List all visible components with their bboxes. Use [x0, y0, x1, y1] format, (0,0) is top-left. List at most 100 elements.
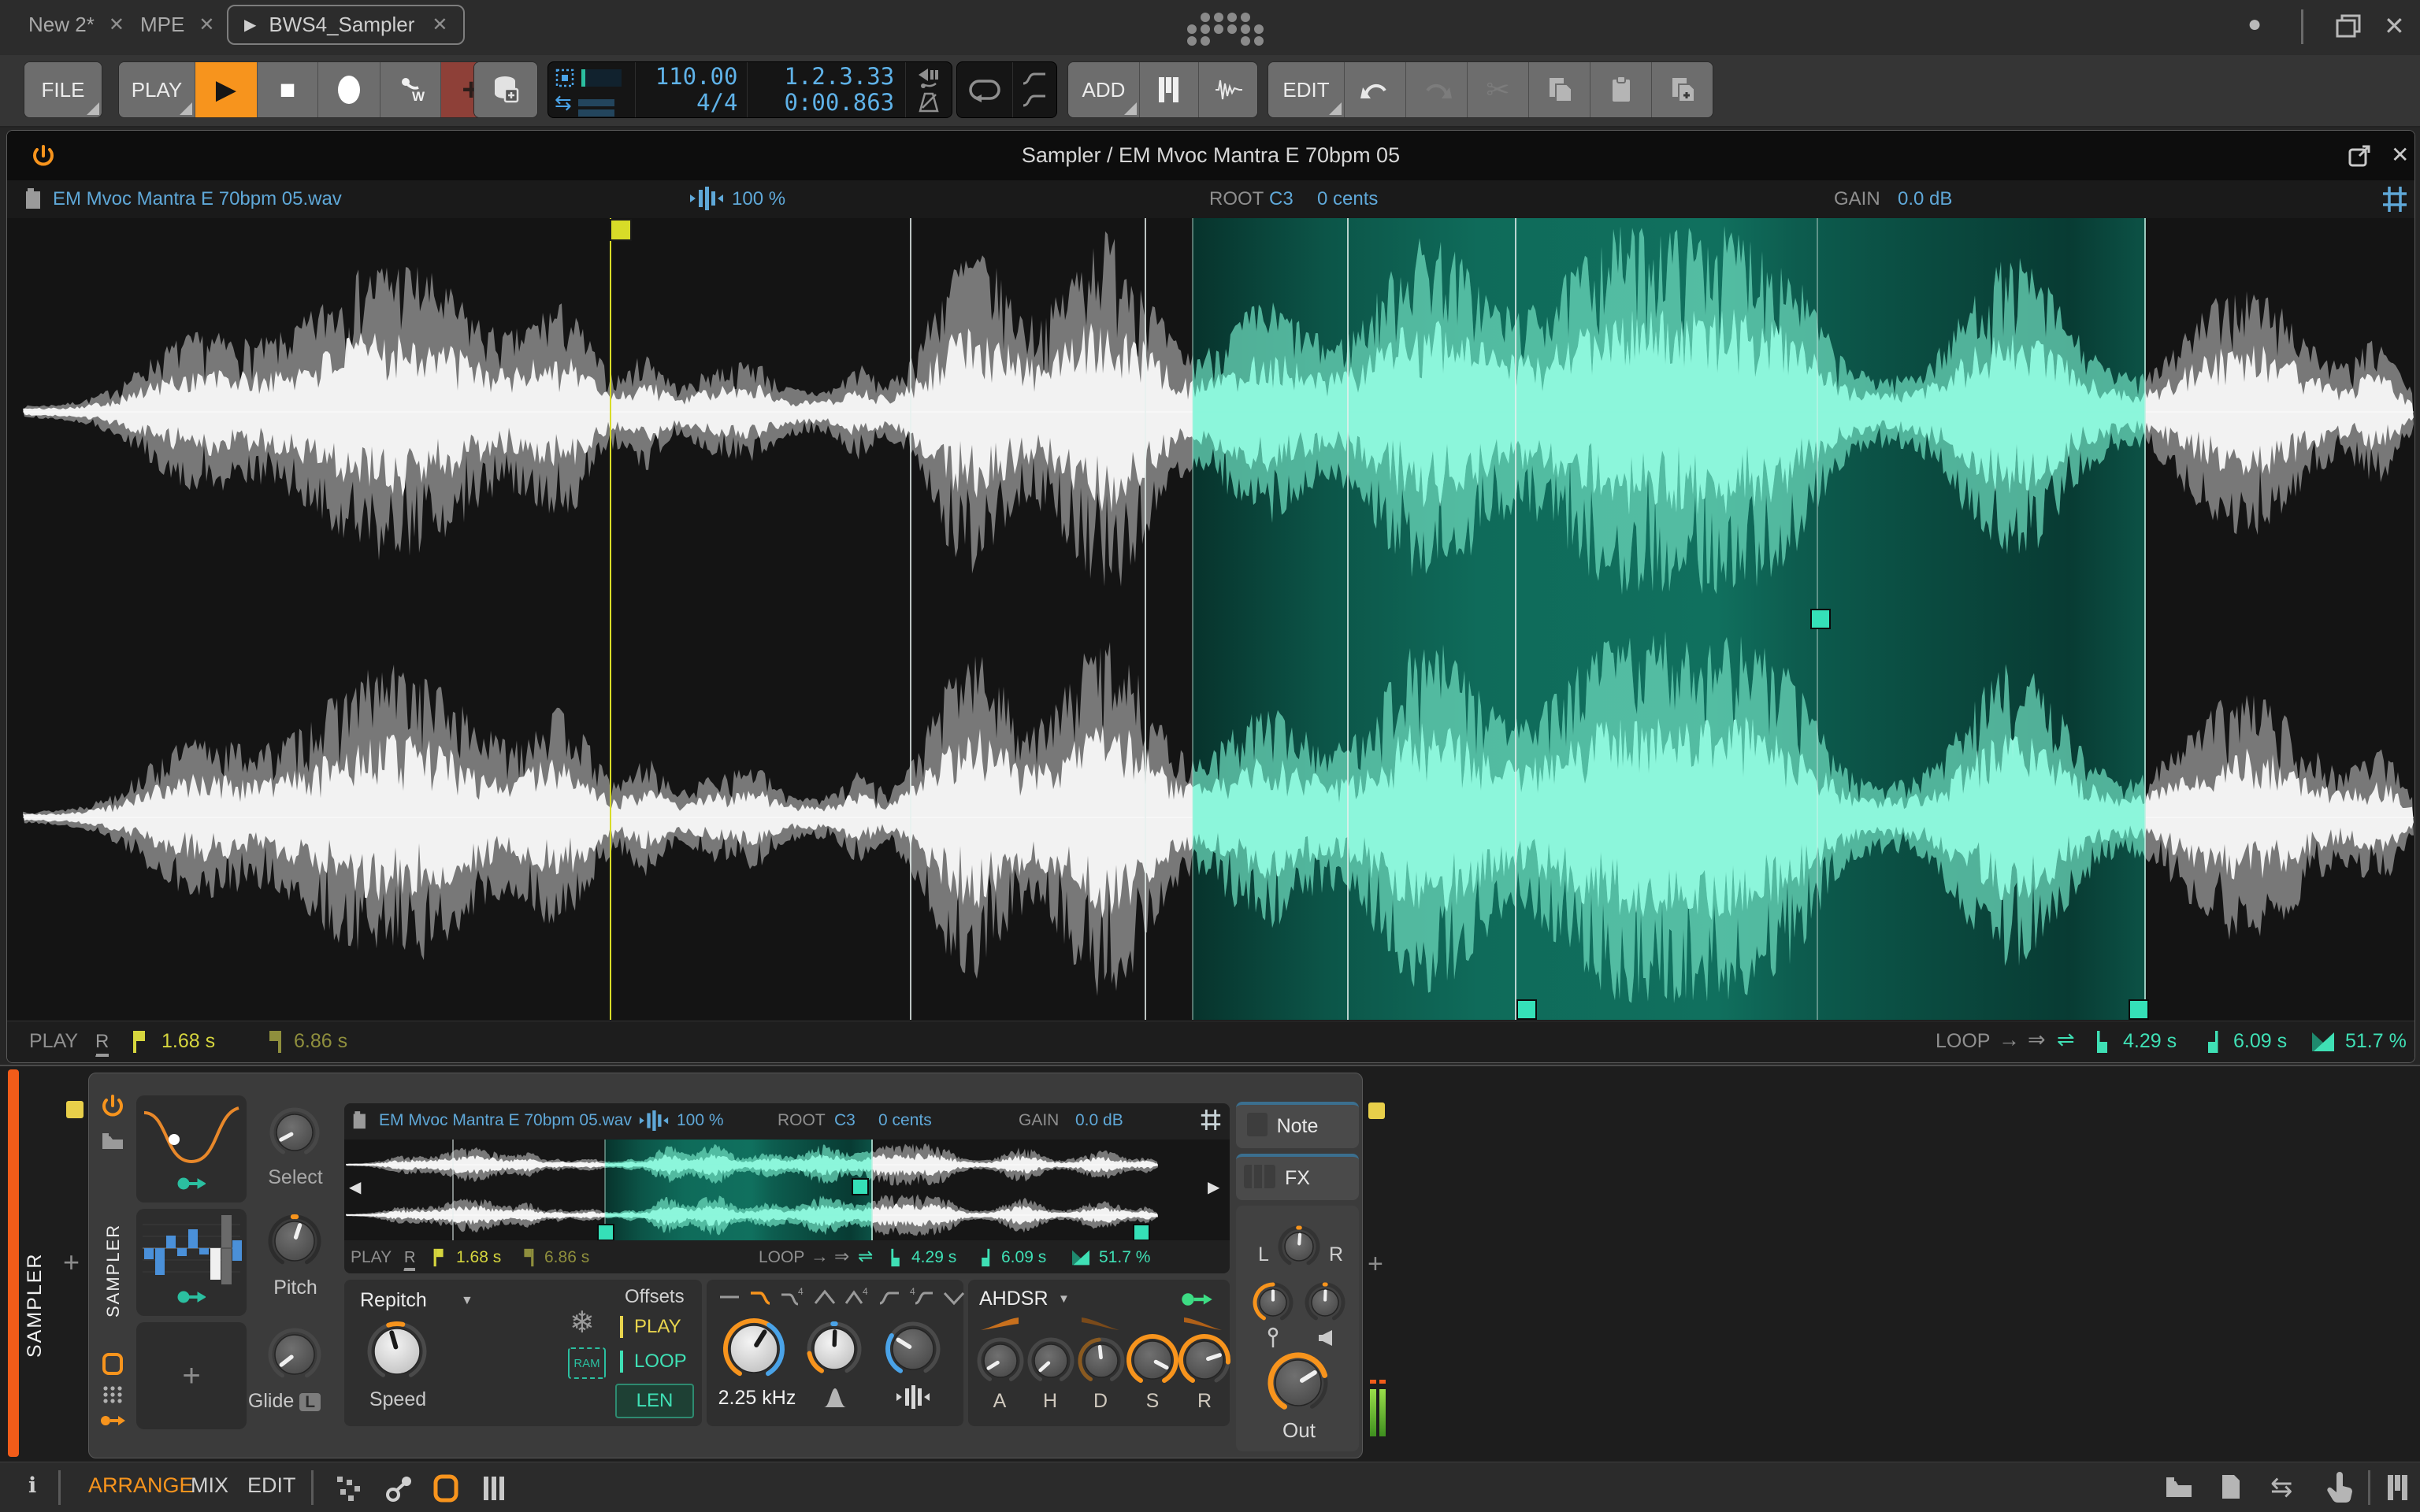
onscreen-keyboard-icon[interactable]: [2384, 1473, 2412, 1502]
tab-bws4-sampler-active[interactable]: ▶ BWS4_Sampler ✕: [227, 5, 466, 45]
crossfade-value[interactable]: 51.7 %: [2345, 1030, 2407, 1053]
crossfade-value[interactable]: 51.7 %: [1099, 1248, 1150, 1267]
offset-loop-button[interactable]: LOOP: [620, 1351, 687, 1373]
view-arrange-button[interactable]: ARRANGE: [88, 1473, 194, 1498]
tab-label[interactable]: MPE: [140, 13, 184, 37]
filter-cutoff-value[interactable]: 2.25 kHz: [710, 1387, 804, 1410]
filter-bandpass4-icon[interactable]: 4: [844, 1288, 870, 1306]
redo-button[interactable]: [1406, 62, 1468, 117]
release-shape-icon[interactable]: [1182, 1314, 1223, 1332]
loop-mode-forward-icon[interactable]: →: [811, 1246, 829, 1267]
envelope-type-select[interactable]: AHDSR: [979, 1288, 1049, 1310]
loop-start-value[interactable]: 4.29 s: [2123, 1030, 2177, 1053]
waveform-display[interactable]: [7, 218, 2414, 1021]
modulator-slot-steps[interactable]: [136, 1209, 247, 1316]
ram-mode-icon[interactable]: RAM: [568, 1347, 606, 1379]
position-display[interactable]: 1.2.3.33 0:00.863: [748, 62, 907, 117]
waveform-svg[interactable]: [23, 218, 2414, 1020]
automation-follow-icon[interactable]: [1022, 72, 1047, 86]
close-editor-icon[interactable]: ✕: [2391, 142, 2409, 168]
loop-start-value[interactable]: 4.29 s: [911, 1248, 956, 1267]
tab-label[interactable]: New 2*: [28, 13, 95, 37]
play-start-flag-icon[interactable]: [132, 1029, 147, 1054]
song-time-value[interactable]: 0:00.863: [759, 90, 894, 116]
mod-amount-icon[interactable]: [177, 1176, 206, 1191]
tab-new2[interactable]: New 2* ✕: [28, 13, 124, 37]
tempo-value[interactable]: 110.00: [645, 64, 738, 90]
view-mix-button[interactable]: MIX: [191, 1473, 228, 1498]
speed-knob[interactable]: [366, 1321, 428, 1382]
note-chain-button[interactable]: Note: [1236, 1102, 1359, 1148]
info-icon[interactable]: i: [28, 1473, 36, 1498]
play-start-value[interactable]: 1.68 s: [161, 1030, 215, 1053]
select-knob[interactable]: [269, 1106, 321, 1158]
hold-knob[interactable]: [1026, 1336, 1075, 1385]
undo-button[interactable]: [1345, 62, 1406, 117]
note-io-toggle-icon[interactable]: [384, 1473, 414, 1503]
add-instrument-track-button[interactable]: [1140, 62, 1199, 117]
copy-button[interactable]: [1529, 62, 1590, 117]
env-mod-source-icon[interactable]: [1179, 1291, 1214, 1308]
stretch-icon[interactable]: [639, 1110, 669, 1131]
browser-panel-icon[interactable]: [2165, 1475, 2193, 1499]
play-end-flag-icon[interactable]: [267, 1029, 283, 1054]
inspector-panel-icon[interactable]: [2220, 1473, 2242, 1500]
filter-resonance-knob[interactable]: [806, 1321, 863, 1377]
decay-knob[interactable]: [1077, 1336, 1126, 1385]
window-close-icon[interactable]: ✕: [2384, 11, 2405, 41]
loop-end-value[interactable]: 6.09 s: [1001, 1248, 1046, 1267]
decay-shape-icon[interactable]: [1080, 1314, 1121, 1332]
modulation-route-icon[interactable]: [100, 1414, 125, 1428]
loop-mode-alternate-icon[interactable]: ⇒: [2028, 1028, 2046, 1052]
fx-chain-button[interactable]: FX: [1236, 1154, 1359, 1200]
filter-lowpass-icon[interactable]: [748, 1288, 772, 1306]
loop-end-value[interactable]: 6.09 s: [2233, 1030, 2287, 1053]
sustain-knob[interactable]: [1126, 1333, 1179, 1387]
arranger-loop-icon[interactable]: [967, 77, 1002, 102]
play-start-flag-icon[interactable]: [432, 1247, 445, 1268]
duplicate-button[interactable]: [1652, 62, 1713, 117]
touch-mode-icon[interactable]: [2325, 1472, 2354, 1503]
filter-notch-icon[interactable]: [942, 1288, 966, 1306]
reverse-toggle[interactable]: R: [95, 1031, 109, 1054]
modulator-slot-empty[interactable]: +: [136, 1322, 247, 1429]
attack-knob[interactable]: [976, 1336, 1025, 1385]
sample-file-name[interactable]: EM Mvoc Mantra E 70bpm 05.wav: [379, 1111, 632, 1130]
window-restore-icon[interactable]: [2334, 13, 2362, 41]
mini-waveform-display[interactable]: ◀ ▶: [344, 1140, 1230, 1240]
device-power-icon[interactable]: [100, 1094, 125, 1119]
device-select-indicator[interactable]: [1368, 1102, 1385, 1119]
pan-knob[interactable]: [1277, 1225, 1321, 1269]
device-panel-toggle-icon[interactable]: [102, 1352, 124, 1376]
transport-record-button[interactable]: [318, 62, 380, 117]
add-device-plus[interactable]: +: [63, 1246, 80, 1279]
mixer-panel-toggle-icon[interactable]: [481, 1475, 507, 1502]
mini-waveform-svg[interactable]: [346, 1140, 1223, 1240]
add-audio-track-button[interactable]: [1199, 62, 1257, 117]
play-menu-button[interactable]: PLAY: [119, 62, 195, 117]
metronome-icon[interactable]: [917, 92, 941, 113]
playback-mode-select[interactable]: Repitch: [360, 1289, 427, 1312]
filter-lowpass4-icon[interactable]: 4: [779, 1288, 806, 1306]
remote-controls-icon[interactable]: [102, 1385, 123, 1404]
freeze-icon[interactable]: ❄: [570, 1305, 595, 1340]
stretch-value[interactable]: 100 %: [677, 1111, 724, 1130]
track-name-vertical[interactable]: SAMPLER: [24, 1184, 46, 1358]
modulator-slot-lfo[interactable]: [136, 1095, 247, 1203]
punch-in-icon[interactable]: [915, 67, 942, 89]
fixed-pitch-knob[interactable]: [1252, 1281, 1294, 1324]
gain-value[interactable]: 0.0 dB: [1075, 1111, 1123, 1130]
track-mute-indicator[interactable]: [66, 1101, 84, 1118]
loop-mode-forward-icon[interactable]: →: [1999, 1028, 2020, 1052]
filter-highpass4-icon[interactable]: 4: [908, 1288, 935, 1306]
root-note-value[interactable]: C3: [1269, 188, 1294, 210]
transport-stop-button[interactable]: ■: [258, 62, 318, 117]
loop-mode-alternate-icon[interactable]: ⇒: [834, 1246, 849, 1267]
filter-keytrack-knob[interactable]: [885, 1321, 941, 1377]
pitch-knob[interactable]: [267, 1214, 322, 1269]
dropdown-icon[interactable]: ▼: [461, 1294, 473, 1308]
add-menu-button[interactable]: ADD: [1068, 62, 1140, 117]
filter-bandpass-icon[interactable]: [813, 1288, 837, 1306]
song-position-value[interactable]: 1.2.3.33: [759, 64, 894, 90]
time-signature-value[interactable]: 4/4: [645, 90, 737, 116]
